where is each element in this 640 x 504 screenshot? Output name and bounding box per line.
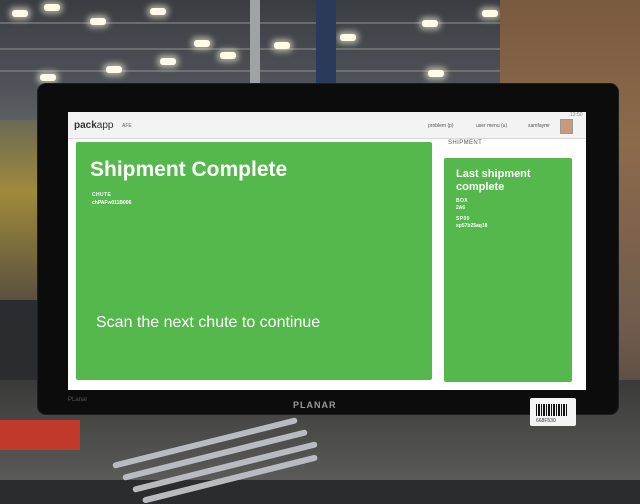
monitor-model-label: PLanar [68,397,88,403]
ceiling-light [220,52,236,59]
monitor: packapp AFE problem (p) user menu (u) sa… [38,84,618,414]
ceiling-light [422,20,438,27]
app-logo: packapp [74,120,114,131]
username-link[interactable]: samfaymr [528,123,550,129]
ceiling-light [150,8,166,15]
pillar [316,0,336,84]
last-shipment-heading: Last shipment complete [456,168,531,193]
app-header: packapp AFE problem (p) user menu (u) sa… [68,112,586,139]
page-title: Shipment Complete [90,158,288,181]
barcode-icon [536,404,568,416]
chute-label: CHUTE [92,192,112,198]
avatar[interactable] [560,119,573,134]
problem-link[interactable]: problem (p) [428,123,454,129]
box-value: 2A6 [456,205,466,211]
user-menu-link[interactable]: user menu (u) [476,123,507,129]
screen: packapp AFE problem (p) user menu (u) sa… [68,112,586,390]
ceiling-light [12,10,28,17]
sticker-text: 668F530 [536,418,556,424]
ceiling-light [44,4,60,11]
barcode-sticker: 668F530 [530,398,576,426]
clock-time: 13:50 [570,112,583,118]
chute-value: chPAFw011B006 [92,200,132,206]
ceiling-light [482,10,498,17]
ceiling-light [90,18,106,25]
scan-prompt: Scan the next chute to continue [96,314,321,331]
pillar [250,0,260,84]
shipment-status-panel: Shipment Complete CHUTE chPAFw011B006 Sc… [76,142,432,380]
station-label: AFE [122,123,132,129]
monitor-brand-logo: PLANAR [293,400,337,410]
ceiling-light [106,66,122,73]
sp00-label: SP00 [456,216,470,222]
ceiling-light [40,74,56,81]
red-tote [0,420,80,450]
ceiling-light [340,34,356,41]
shipment-panel: Last shipment complete BOX 2A6 SP00 sp57… [444,158,572,382]
ceiling-light [274,42,290,49]
ceiling-light [428,70,444,77]
ceiling-light [160,58,176,65]
box-label: BOX [456,198,469,204]
ceiling-light [194,40,210,47]
shipment-panel-header: SHIPMENT [448,140,483,146]
sp00-value: sp57b25aq18 [456,223,488,229]
